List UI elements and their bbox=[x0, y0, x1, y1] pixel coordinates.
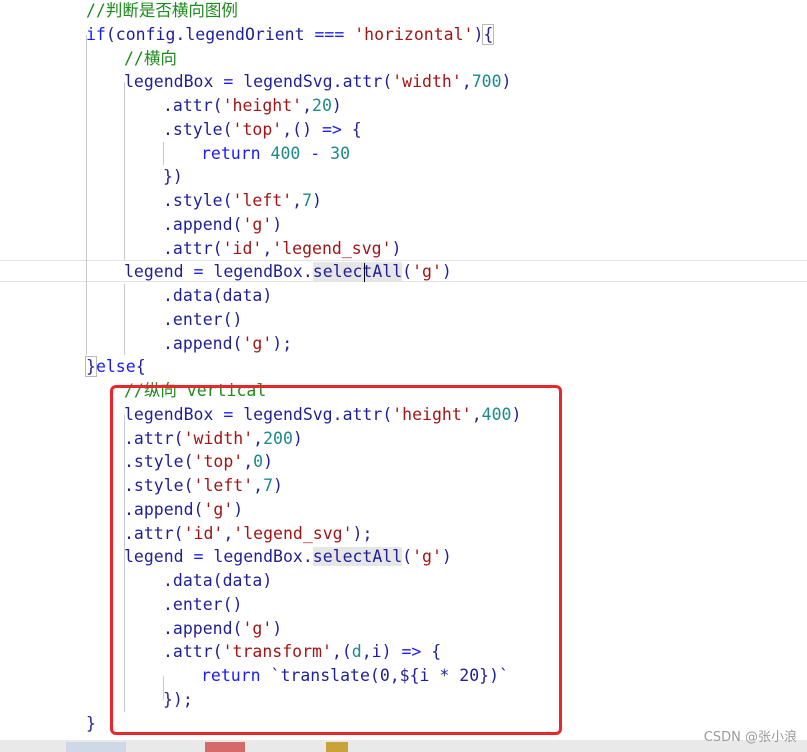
code-token: return bbox=[201, 143, 261, 163]
code-token: //判断是否横向图例 bbox=[86, 1, 238, 20]
code-token: legendSvg. bbox=[233, 72, 343, 92]
code-token: ); bbox=[272, 333, 293, 353]
code-token: = bbox=[193, 262, 204, 282]
code-token: { bbox=[135, 357, 146, 377]
code-token: }) bbox=[163, 167, 183, 187]
code-token: 400 bbox=[270, 143, 301, 163]
code-token: 'width' bbox=[392, 72, 462, 92]
code-line[interactable]: .enter() bbox=[0, 308, 807, 332]
code-token: } bbox=[85, 356, 97, 378]
code-line[interactable]: .style('top',() => { bbox=[0, 118, 807, 142]
code-token: .data(data) bbox=[163, 286, 273, 305]
code-token: .attr( bbox=[163, 96, 223, 115]
code-token: - bbox=[300, 143, 331, 163]
code-token: 20 bbox=[312, 96, 332, 115]
code-token: = bbox=[223, 72, 234, 92]
taskbar-app-icon[interactable] bbox=[66, 742, 126, 752]
code-line[interactable]: .append('g') bbox=[0, 213, 807, 237]
code-line[interactable]: .attr('id','legend_svg') bbox=[0, 237, 807, 261]
code-token: .style( bbox=[163, 119, 233, 139]
indent-guide bbox=[124, 284, 125, 356]
code-token: else bbox=[95, 357, 136, 377]
code-line[interactable]: if(config.legendOrient === 'horizontal')… bbox=[0, 23, 807, 47]
code-token: 'horizontal' bbox=[354, 24, 474, 44]
code-token: { bbox=[482, 23, 495, 45]
indent-guide bbox=[124, 82, 125, 261]
code-token: ) bbox=[501, 72, 512, 92]
code-token: selectAll bbox=[312, 262, 403, 282]
code-token: ) bbox=[331, 96, 342, 115]
code-token: .style( bbox=[163, 191, 233, 210]
code-token: ) bbox=[473, 24, 484, 44]
code-line[interactable]: }else{ bbox=[0, 355, 807, 379]
code-token: .attr( bbox=[163, 238, 223, 258]
indent-guide bbox=[86, 34, 87, 356]
code-line[interactable]: return 400 - 30 bbox=[0, 142, 807, 166]
code-token: , bbox=[292, 191, 303, 210]
code-token: if bbox=[86, 24, 106, 44]
code-token: 'left' bbox=[232, 191, 293, 210]
code-token: , bbox=[302, 96, 313, 115]
code-token: 'g' bbox=[412, 262, 442, 282]
code-token: 'height' bbox=[222, 96, 303, 115]
watermark: CSDN @张小浪 bbox=[703, 730, 797, 745]
code-token: ) bbox=[441, 262, 452, 282]
code-line[interactable]: .append('g'); bbox=[0, 332, 807, 356]
code-token: 'g' bbox=[242, 214, 273, 234]
code-token: ( bbox=[382, 72, 393, 92]
code-token: === bbox=[314, 24, 345, 44]
code-token: //横向 bbox=[124, 48, 177, 68]
code-token: legendBox bbox=[124, 72, 224, 92]
code-token: (config.legendOrient bbox=[105, 24, 315, 44]
code-token: 'id' bbox=[222, 238, 263, 258]
code-line[interactable]: .data(data) bbox=[0, 284, 807, 308]
code-token: legend bbox=[124, 262, 194, 282]
code-line[interactable]: }) bbox=[0, 165, 807, 189]
code-token: , bbox=[461, 72, 472, 92]
code-line[interactable]: legendBox = legendSvg.attr('width',700) bbox=[0, 70, 807, 94]
code-token: 7 bbox=[302, 191, 313, 210]
code-line[interactable]: legend = legendBox.selectAll('g') bbox=[0, 260, 807, 283]
code-token: 30 bbox=[330, 143, 351, 163]
taskbar-app-icon[interactable] bbox=[205, 742, 245, 752]
indent-guide bbox=[163, 141, 164, 166]
code-token: .append( bbox=[163, 333, 243, 353]
code-token: 'g' bbox=[242, 333, 273, 353]
text-caret bbox=[364, 263, 365, 283]
code-token: ,() bbox=[282, 119, 322, 139]
code-token: ) bbox=[391, 238, 402, 258]
taskbar-app-icon[interactable] bbox=[326, 742, 348, 752]
code-line[interactable]: //判断是否横向图例 bbox=[0, 0, 807, 23]
code-token: attr bbox=[342, 72, 383, 92]
code-token: { bbox=[341, 119, 362, 139]
code-token: 'legend_svg' bbox=[272, 238, 392, 258]
code-line[interactable]: .style('left',7) bbox=[0, 189, 807, 213]
code-token: 700 bbox=[471, 72, 502, 92]
code-line[interactable]: .attr('height',20) bbox=[0, 94, 807, 118]
annotation-highlight-box bbox=[110, 385, 562, 735]
code-token: .append( bbox=[163, 214, 243, 234]
code-token: legendBox. bbox=[203, 262, 313, 282]
code-token: .enter() bbox=[163, 309, 243, 329]
code-token: ( bbox=[402, 262, 413, 282]
code-token: => bbox=[321, 119, 342, 139]
code-token: 'top' bbox=[232, 119, 283, 139]
code-line[interactable]: //横向 bbox=[0, 47, 807, 71]
code-token: , bbox=[262, 238, 273, 258]
code-token: ) bbox=[272, 214, 283, 234]
code-token: } bbox=[86, 713, 96, 733]
code-token: ) bbox=[312, 191, 322, 210]
